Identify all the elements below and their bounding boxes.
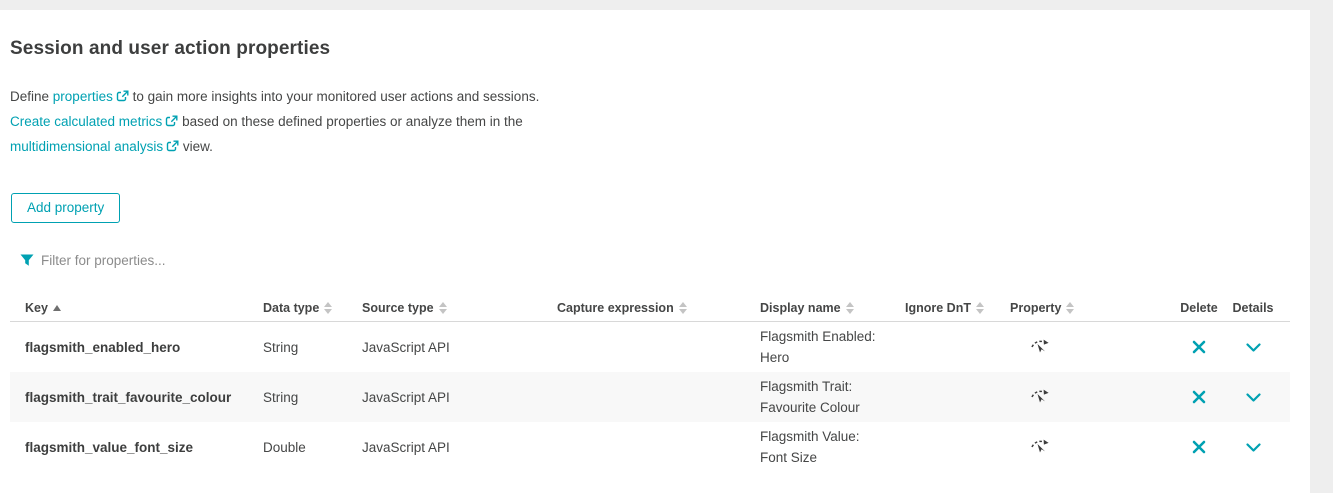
property-source-type: JavaScript API [362,340,557,355]
property-source-type: JavaScript API [362,440,557,455]
table-header-row: Key Data type Source type Capture expres… [10,294,1290,322]
header-source-type[interactable]: Source type [362,301,557,315]
filter-properties-input[interactable] [41,253,361,268]
intro-part3: based on these defined properties or ana… [182,114,523,129]
external-link-icon [166,141,179,156]
add-property-button[interactable]: Add property [11,193,120,223]
external-link-icon [165,116,178,131]
sort-both-icon [976,302,984,314]
sort-asc-icon [53,305,61,311]
table-row: flagsmith_enabled_hero String JavaScript… [10,322,1290,372]
property-display-name: Flagsmith Trait: Favourite Colour [760,372,905,422]
details-cell [1223,341,1283,354]
header-display-name[interactable]: Display name [760,301,905,315]
header-capture-expression[interactable]: Capture expression [557,301,760,315]
delete-x-icon[interactable] [1190,338,1208,356]
sort-both-icon [1066,302,1074,314]
property-display-name: Flagsmith Enabled: Hero [760,322,905,372]
top-edge-bar [0,0,1333,10]
property-key: flagsmith_trait_favourite_colour [25,390,263,405]
property-scope [1010,387,1175,408]
delete-x-icon[interactable] [1190,388,1208,406]
header-details: Details [1223,301,1283,315]
external-link-icon [116,91,129,106]
intro-part4: view. [183,139,213,154]
chevron-down-icon[interactable] [1244,341,1263,354]
properties-table: Key Data type Source type Capture expres… [10,294,1290,472]
property-data-type: String [263,390,362,405]
user-action-icon [1030,387,1050,405]
intro-part1: Define [10,89,49,104]
header-property[interactable]: Property [1010,301,1175,315]
delete-cell [1175,438,1223,456]
chevron-down-icon[interactable] [1244,391,1263,404]
delete-cell [1175,338,1223,356]
property-display-name: Flagsmith Value: Font Size [760,422,905,472]
session-properties-panel: Session and user action properties Defin… [0,38,1333,472]
intro-text: Define properties to gain more insights … [10,85,650,160]
property-scope [1010,337,1175,358]
intro-part2: to gain more insights into your monitore… [133,89,540,104]
sort-both-icon [324,302,332,314]
sort-both-icon [846,302,854,314]
property-key: flagsmith_enabled_hero [25,340,263,355]
header-ignore-dnt[interactable]: Ignore DnT [905,301,1010,315]
filter-bar [20,253,1333,268]
sort-both-icon [439,302,447,314]
table-row: flagsmith_value_font_size Double JavaScr… [10,422,1290,472]
multidimensional-analysis-link[interactable]: multidimensional analysis [10,139,163,154]
property-data-type: Double [263,440,362,455]
create-calculated-metrics-link[interactable]: Create calculated metrics [10,114,162,129]
user-action-icon [1030,437,1050,455]
property-key: flagsmith_value_font_size [25,440,263,455]
delete-cell [1175,388,1223,406]
table-row: flagsmith_trait_favourite_colour String … [10,372,1290,422]
user-action-icon [1030,337,1050,355]
header-data-type[interactable]: Data type [263,301,362,315]
property-scope [1010,437,1175,458]
header-delete: Delete [1175,301,1223,315]
property-source-type: JavaScript API [362,390,557,405]
filter-funnel-icon [20,254,34,267]
delete-x-icon[interactable] [1190,438,1208,456]
details-cell [1223,441,1283,454]
details-cell [1223,391,1283,404]
chevron-down-icon[interactable] [1244,441,1263,454]
header-key[interactable]: Key [25,301,263,315]
properties-link[interactable]: properties [53,89,113,104]
page-title: Session and user action properties [10,38,1333,60]
property-data-type: String [263,340,362,355]
sort-both-icon [679,302,687,314]
